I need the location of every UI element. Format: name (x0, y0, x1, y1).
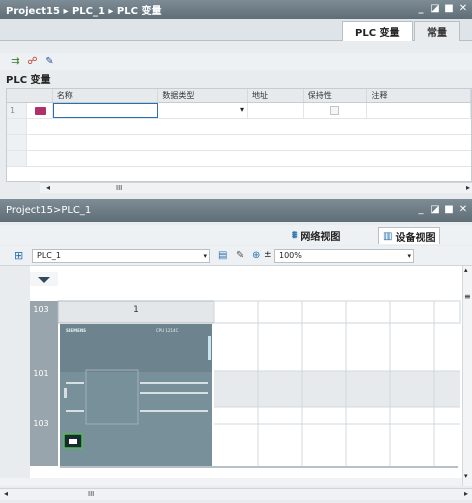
slot-number-103: 103 (33, 305, 49, 314)
section-title: PLC 变量 (6, 75, 51, 86)
device-hscrollbar[interactable]: ◂ III ▸ (0, 488, 472, 500)
tag-table-hscrollbar[interactable]: ◂ III ▸ (40, 182, 472, 193)
scroll-right-icon[interactable]: ▸ (466, 183, 470, 193)
tag-table: 名称 数据类型 地址 保持性 注释 1 ▾ (6, 88, 472, 182)
address-cell[interactable] (248, 103, 304, 118)
tab-plc-tags[interactable]: PLC 变量 (342, 21, 413, 41)
tab-device-view[interactable]: ▥ 设备视图 (378, 227, 441, 244)
tag-table-tabbar: PLC 变量 常量 (0, 19, 472, 41)
retain-cell[interactable] (304, 103, 368, 118)
chevron-down-icon[interactable]: ▾ (407, 250, 411, 262)
col-name[interactable]: 名称 (53, 89, 159, 102)
device-select[interactable]: PLC_1 ▾ (32, 249, 210, 263)
tag-table-toolbar: ⇉ ☍ ✎ (0, 53, 472, 70)
col-data-type[interactable]: 数据类型 (158, 89, 248, 102)
maximize-icon[interactable]: ■ (444, 204, 454, 215)
scroll-right-icon[interactable]: ▸ (464, 489, 468, 499)
add-row-icon[interactable]: ⇉ (10, 56, 21, 67)
device-vscrollbar[interactable]: ▴ ≡ ▾ (462, 266, 472, 486)
scroll-up-icon[interactable]: ▴ (464, 266, 468, 274)
device-view-title: Project15>PLC_1 (6, 205, 92, 216)
tag-icon (34, 107, 46, 115)
view-tabbar: ⩩ 网络视图 ▥ 设备视图 (0, 225, 472, 245)
col-retain[interactable]: 保持性 (304, 89, 368, 102)
device-tree-icon[interactable]: ⊞ (14, 249, 23, 262)
tab-network-view[interactable]: ⩩ 网络视图 (288, 227, 344, 244)
insert-row-icon[interactable]: ☍ (27, 56, 38, 67)
row-label-103: 103 (33, 419, 49, 428)
scroll-thumb[interactable]: III (88, 490, 94, 498)
scroll-left-icon[interactable]: ◂ (4, 489, 8, 499)
scroll-left-icon[interactable]: ◂ (46, 183, 50, 193)
device-model-label: CPU 1214C (156, 328, 179, 333)
col-comment[interactable]: 注释 (367, 89, 471, 102)
device-icon: ▥ (383, 230, 393, 242)
device-view-titlebar: Project15>PLC_1 _ ◪ ■ ✕ (0, 199, 472, 222)
minimize-icon[interactable]: _ (416, 204, 426, 215)
zoom-icon[interactable]: ⊕ (252, 250, 260, 261)
row-number: 1 (7, 103, 27, 118)
network-icon: ⩩ (292, 230, 298, 241)
device-toolbar: ⊞ PLC_1 ▾ ▤ ✎ ⊕ ± 100% ▾ (0, 246, 472, 266)
scroll-down-icon[interactable]: ▾ (464, 472, 468, 480)
minimize-icon[interactable]: _ (416, 3, 426, 14)
tag-name-input[interactable] (52, 103, 159, 118)
data-type-select[interactable]: ▾ (158, 103, 248, 118)
comment-cell[interactable] (367, 103, 471, 118)
chevron-down-icon[interactable]: ▾ (203, 250, 207, 262)
tag-table-header: 名称 数据类型 地址 保持性 注释 (7, 89, 471, 103)
zoom-select[interactable]: 100% ▾ (274, 249, 414, 263)
tab-constants[interactable]: 常量 (414, 21, 460, 41)
export-icon[interactable]: ✎ (44, 56, 55, 67)
slot-number-1: 1 (133, 305, 139, 315)
tag-table-titlebar: Project15 ▸ PLC_1 ▸ PLC 变量 _ ◪ ■ ✕ (0, 0, 472, 19)
table-row[interactable] (7, 151, 471, 167)
table-row[interactable]: 1 ▾ (7, 103, 471, 119)
tag-table-title: Project15 ▸ PLC_1 ▸ PLC 变量 (6, 6, 162, 17)
table-row[interactable] (7, 135, 471, 151)
table-icon[interactable]: ▤ (218, 250, 227, 261)
close-icon[interactable]: ✕ (458, 204, 468, 215)
pen-icon[interactable]: ✎ (236, 250, 244, 261)
row-label-101: 101 (33, 369, 49, 378)
close-icon[interactable]: ✕ (458, 3, 468, 14)
zoom-plusminus-icon[interactable]: ± (264, 250, 272, 260)
scroll-thumb[interactable]: III (116, 184, 122, 192)
retain-checkbox[interactable] (329, 106, 339, 115)
table-row[interactable] (7, 119, 471, 135)
float-icon[interactable]: ◪ (430, 3, 440, 14)
float-icon[interactable]: ◪ (430, 204, 440, 215)
maximize-icon[interactable]: ■ (444, 3, 454, 14)
device-brand-label: SIEMENS (66, 328, 87, 333)
col-address[interactable]: 地址 (248, 89, 304, 102)
scroll-thumb[interactable]: ≡ (464, 292, 471, 302)
chevron-down-icon[interactable]: ▾ (240, 105, 244, 114)
rack-canvas[interactable] (0, 266, 462, 486)
